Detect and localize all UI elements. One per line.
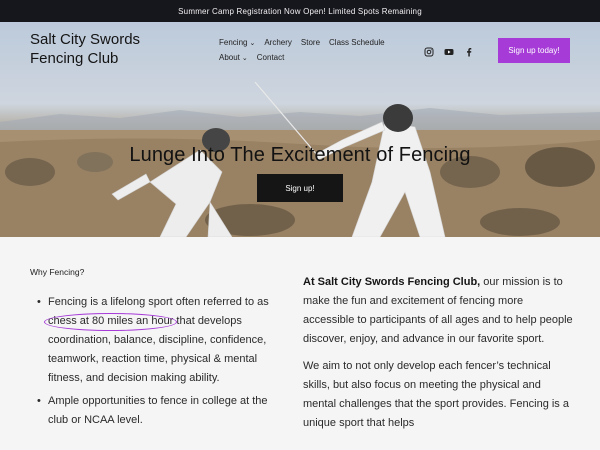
site-header: Salt City Swords Fencing Club Fencing ⌄ A… — [0, 22, 600, 77]
nav-about-label: About — [219, 53, 240, 62]
bullet-1-pre: Fencing is a lifelong sport often referr… — [48, 296, 269, 308]
chevron-down-icon: ⌄ — [241, 55, 248, 62]
announcement-banner: Summer Camp Registration Now Open! Limit… — [0, 0, 600, 22]
hero-title: Lunge Into The Excitement of Fencing — [129, 144, 471, 166]
mission-lead: At Salt City Swords Fencing Club, — [303, 276, 481, 288]
mission-paragraph-2: We aim to not only develop each fencer’s… — [303, 360, 569, 429]
nav-about[interactable]: About ⌄ — [219, 53, 248, 62]
nav-archery[interactable]: Archery — [264, 38, 292, 47]
logo-line-2: Fencing Club — [30, 50, 119, 67]
why-fencing-heading: Why Fencing? — [30, 267, 85, 277]
signup-today-button[interactable]: Sign up today! — [498, 38, 570, 63]
social-links — [424, 44, 474, 57]
logo-line-1: Salt City Swords — [30, 31, 141, 48]
why-fencing-list: Fencing is a lifelong sport often referr… — [30, 293, 280, 430]
nav-contact[interactable]: Contact — [257, 53, 285, 62]
mission-column: At Salt City Swords Fencing Club, our mi… — [303, 273, 573, 441]
announcement-text: Summer Camp Registration Now Open! Limit… — [178, 6, 422, 16]
mission-paragraph: At Salt City Swords Fencing Club, our mi… — [303, 273, 573, 349]
site-logo[interactable]: Salt City Swords Fencing Club — [30, 30, 140, 68]
main-nav: Fencing ⌄ Archery Store Class Schedule Ab… — [219, 35, 399, 65]
list-item: Ample opportunities to fence in college … — [30, 392, 280, 430]
facebook-icon[interactable] — [464, 44, 474, 57]
intro-section: Why Fencing? Fencing is a lifelong sport… — [0, 237, 600, 450]
instagram-icon[interactable] — [424, 44, 434, 57]
nav-store[interactable]: Store — [301, 38, 320, 47]
chevron-down-icon: ⌄ — [249, 40, 256, 47]
why-fencing-column: Why Fencing? Fencing is a lifelong sport… — [30, 267, 280, 434]
nav-fencing[interactable]: Fencing ⌄ — [219, 38, 255, 47]
youtube-icon[interactable] — [444, 44, 454, 55]
hero-signup-button[interactable]: Sign up! — [257, 174, 343, 202]
nav-class-schedule[interactable]: Class Schedule — [329, 38, 385, 47]
list-item: Fencing is a lifelong sport often referr… — [30, 293, 280, 388]
highlighted-phrase: chess at 80 miles an hour — [43, 312, 178, 331]
nav-fencing-label: Fencing — [219, 38, 248, 47]
